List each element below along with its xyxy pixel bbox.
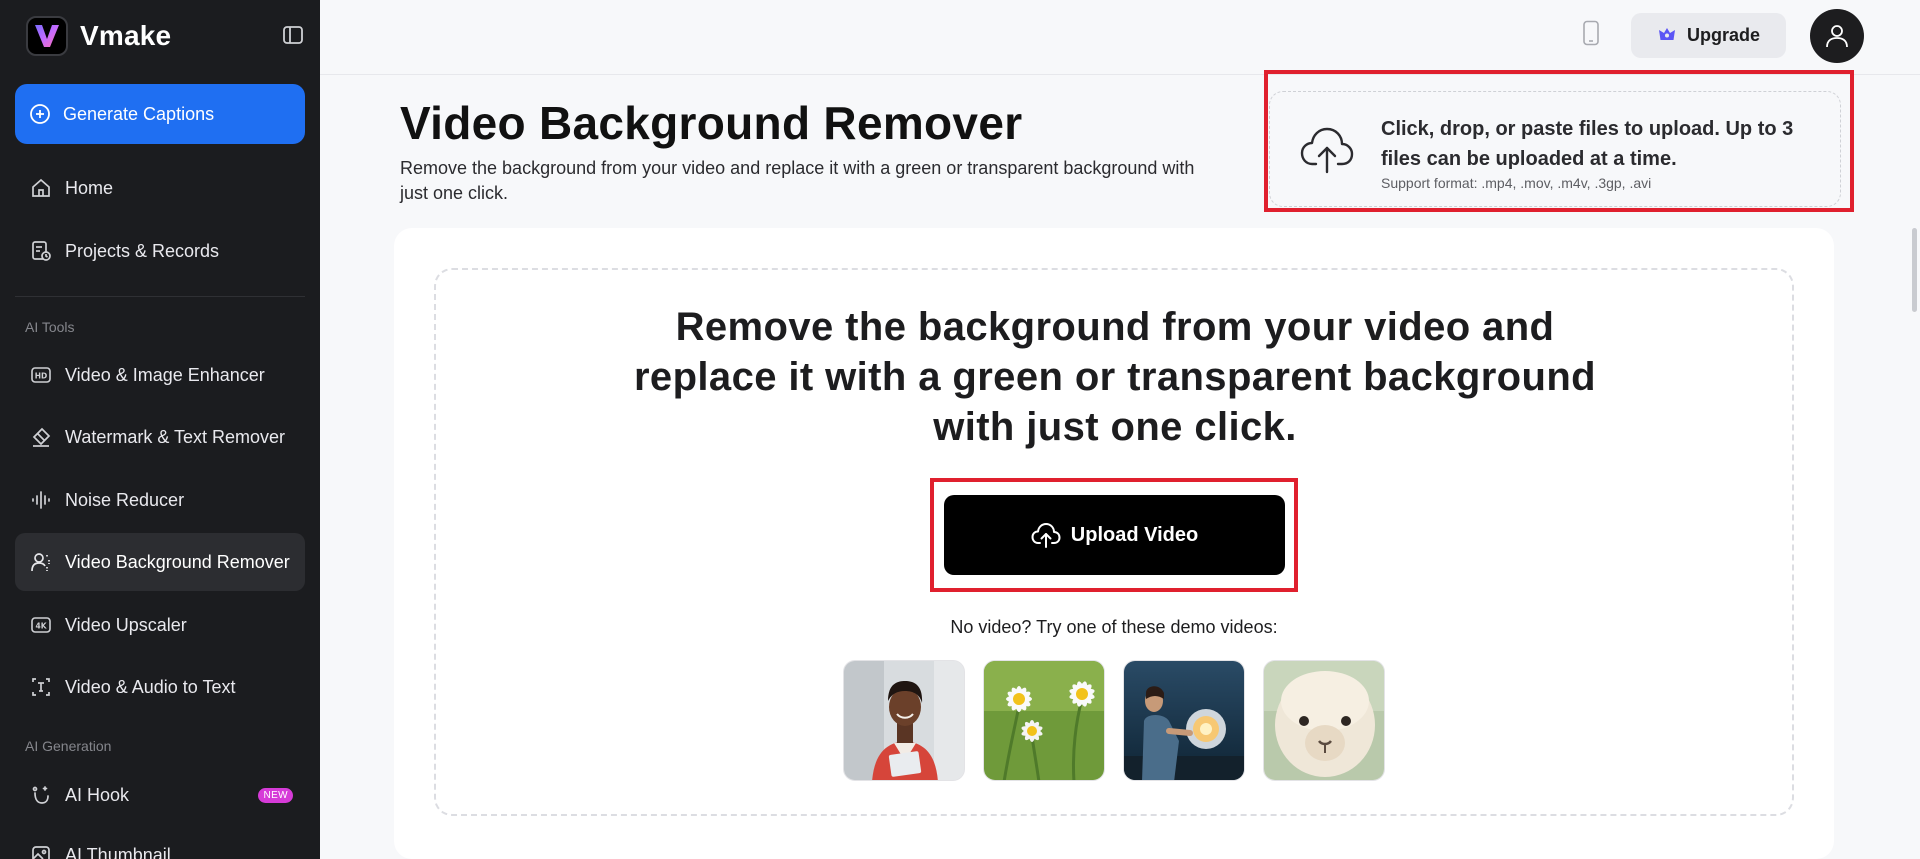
crown-icon (1658, 27, 1675, 40)
4k-icon: 4K (29, 613, 53, 637)
sidebar-item-label: Projects & Records (65, 240, 220, 261)
top-bar: Upgrade (320, 0, 1920, 75)
new-badge: NEW (258, 788, 293, 803)
sidebar-item-ai-hook[interactable]: AI Hook NEW (15, 766, 305, 824)
user-icon (1826, 25, 1848, 48)
text-icon (29, 675, 53, 699)
demo-videos-label: No video? Try one of these demo videos: (950, 617, 1278, 637)
page-title: Video Background Remover (400, 97, 1023, 149)
avatar[interactable] (1810, 9, 1864, 63)
sidebar: Vmake Generate Captions Home Projects & … (0, 0, 320, 859)
projects-icon (29, 239, 53, 263)
brand[interactable]: Vmake (26, 16, 171, 56)
hd-icon: HD (29, 363, 53, 387)
plus-circle-icon (30, 104, 50, 124)
supported-formats: Support format: .mp4, .mov, .m4v, .3gp, … (1381, 175, 1652, 191)
sidebar-item-video-upscaler[interactable]: 4K Video Upscaler (15, 596, 305, 654)
svg-text:4K: 4K (35, 622, 47, 631)
generate-captions-label: Generate Captions (63, 103, 215, 124)
mobile-icon[interactable] (1582, 20, 1602, 48)
sidebar-item-ai-thumbnail[interactable]: AI Thumbnail (15, 826, 305, 859)
noise-icon (29, 488, 53, 512)
sidebar-toggle-icon[interactable] (282, 24, 306, 48)
sidebar-item-video-audio-to-text[interactable]: Video & Audio to Text (15, 658, 305, 716)
upgrade-label: Upgrade (1686, 25, 1760, 45)
svg-text:HD: HD (35, 372, 48, 381)
sidebar-item-watermark-remover[interactable]: Watermark & Text Remover (15, 408, 305, 466)
demo-video-daisies[interactable] (983, 660, 1105, 781)
cloud-upload-icon (1300, 126, 1354, 179)
thumbnail-icon (29, 843, 53, 859)
section-label-ai-tools: AI Tools (25, 319, 75, 335)
sidebar-item-label: Video & Audio to Text (65, 676, 236, 697)
sidebar-item-label: Home (65, 177, 114, 198)
upload-video-label: Upload Video (1070, 523, 1199, 546)
sidebar-divider (15, 296, 305, 297)
sidebar-item-label: AI Hook (65, 784, 130, 805)
upgrade-button[interactable]: Upgrade (1631, 13, 1786, 58)
sidebar-item-label: Video & Image Enhancer (65, 364, 265, 385)
sidebar-item-label: Video Upscaler (65, 614, 187, 635)
home-icon (29, 176, 53, 200)
cloud-upload-icon (1031, 523, 1061, 548)
demo-video-woman[interactable] (843, 660, 965, 781)
sidebar-item-projects[interactable]: Projects & Records (15, 222, 305, 280)
quick-upload-text: Click, drop, or paste files to upload. U… (1381, 118, 1794, 170)
upload-video-button[interactable]: Upload Video (944, 495, 1285, 575)
eraser-icon (29, 425, 53, 449)
sidebar-item-label: AI Thumbnail (65, 844, 171, 859)
demo-video-alpaca[interactable] (1263, 660, 1385, 781)
sidebar-item-noise-reducer[interactable]: Noise Reducer (15, 471, 305, 529)
sidebar-item-label: Watermark & Text Remover (65, 426, 286, 447)
sidebar-item-video-image-enhancer[interactable]: HD Video & Image Enhancer (15, 346, 305, 404)
quick-upload-dropzone[interactable]: Click, drop, or paste files to upload. U… (1269, 91, 1841, 207)
sidebar-item-home[interactable]: Home (15, 159, 305, 217)
app-name: Vmake (80, 20, 172, 51)
vmake-logo (26, 16, 68, 56)
sidebar-item-video-background-remover[interactable]: Video Background Remover (15, 533, 305, 591)
person-remove-icon (29, 550, 53, 574)
magic-icon (29, 783, 53, 807)
sidebar-item-label: Noise Reducer (65, 489, 185, 510)
section-label-ai-generation: AI Generation (25, 738, 112, 754)
page-subtitle: Remove the background from your video an… (400, 158, 1195, 203)
sidebar-item-label: Video Background Remover (65, 551, 290, 572)
generate-captions-button[interactable]: Generate Captions (15, 84, 305, 144)
page-scrollbar[interactable] (1912, 228, 1917, 312)
main-headline: Remove the background from your video an… (633, 305, 1597, 449)
demo-video-astronaut[interactable] (1123, 660, 1245, 781)
